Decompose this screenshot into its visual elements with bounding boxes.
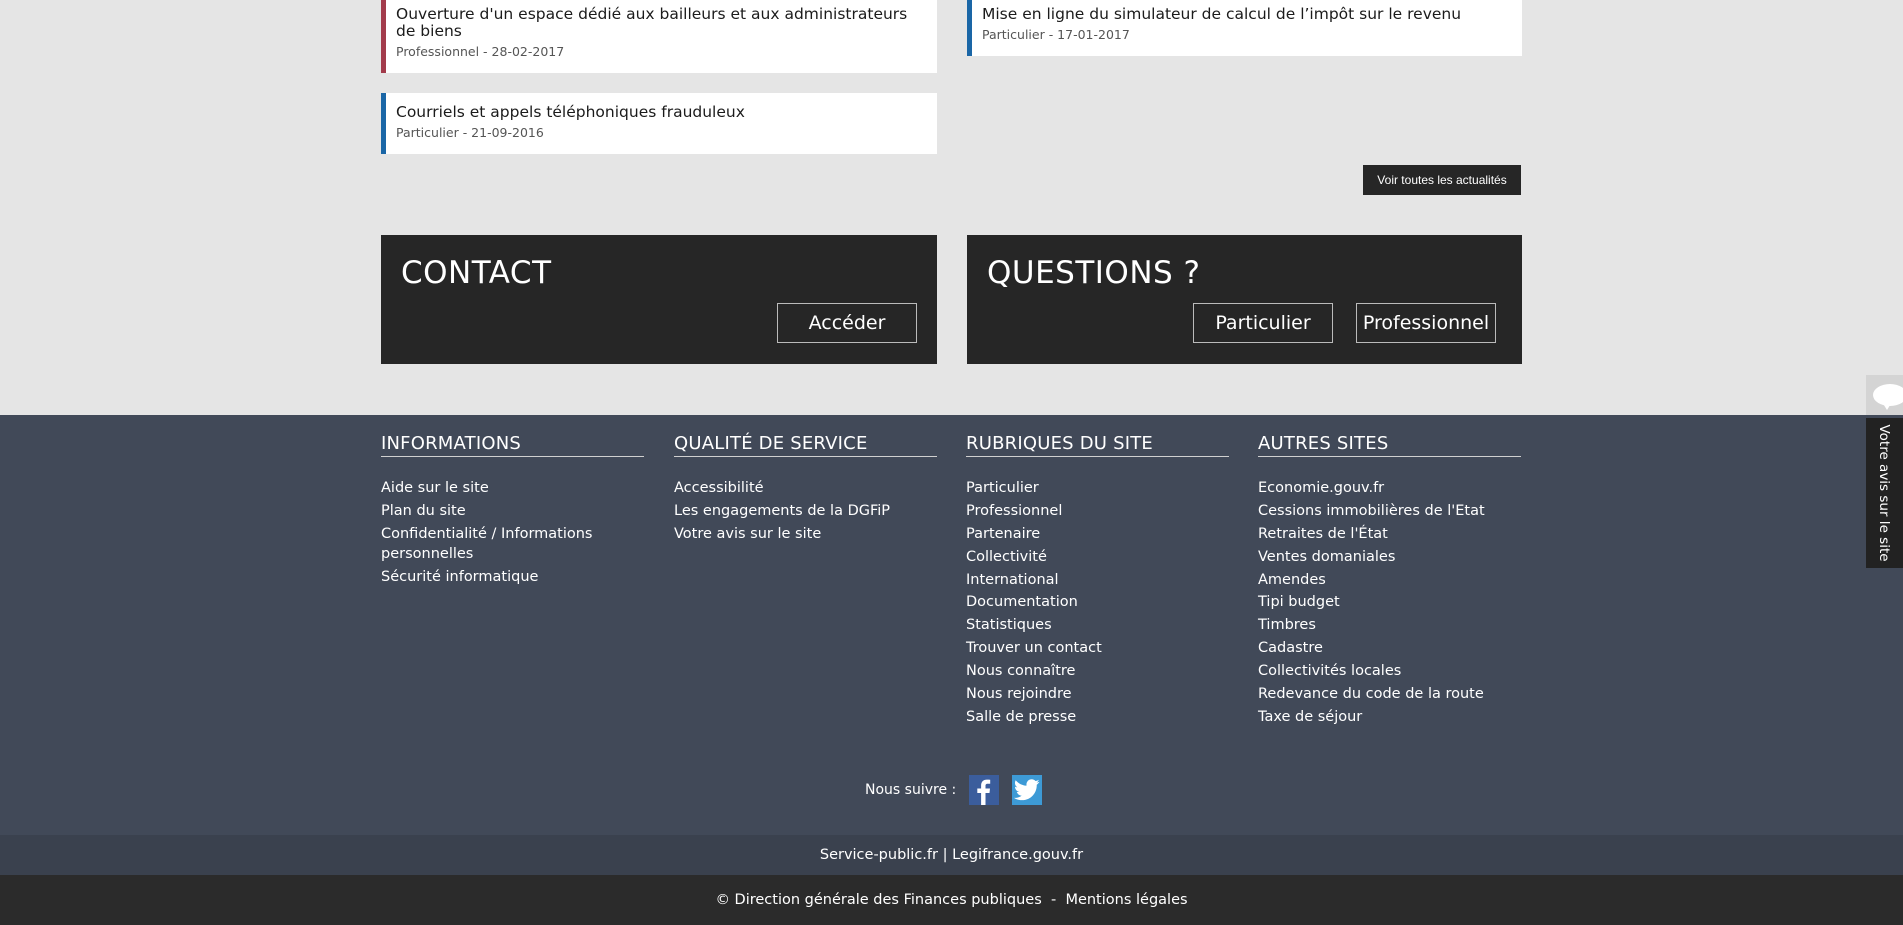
footer-link[interactable]: Plan du site (381, 501, 644, 521)
news-title[interactable]: Mise en ligne du simulateur de calcul de… (982, 6, 1508, 23)
footer-column-autres-sites: AUTRES SITES Economie.gouv.fr Cessions i… (1258, 433, 1521, 730)
footer-link[interactable]: Collectivité (966, 547, 1229, 567)
footer-link[interactable]: Nous connaître (966, 661, 1229, 681)
footer-link[interactable]: Particulier (966, 478, 1229, 498)
footer-column-title: RUBRIQUES DU SITE (966, 433, 1229, 457)
footer-column-title: AUTRES SITES (1258, 433, 1521, 457)
news-meta: Particulier - 21-09-2016 (396, 125, 544, 140)
feedback-tab[interactable]: Votre avis sur le site (1866, 418, 1903, 568)
footer-link[interactable]: Accessibilité (674, 478, 937, 498)
footer-link[interactable]: Salle de presse (966, 707, 1229, 727)
social-follow: Nous suivre : (865, 775, 1055, 805)
news-card[interactable]: Mise en ligne du simulateur de calcul de… (967, 0, 1522, 56)
questions-professionnel-button[interactable]: Professionnel (1356, 303, 1496, 343)
footer-link[interactable]: Retraites de l'État (1258, 524, 1521, 544)
footer-link[interactable]: Professionnel (966, 501, 1229, 521)
news-title[interactable]: Ouverture d'un espace dédié aux bailleur… (396, 6, 923, 40)
news-title[interactable]: Courriels et appels téléphoniques fraudu… (396, 104, 923, 121)
footer-link[interactable]: Statistiques (966, 615, 1229, 635)
all-news-button[interactable]: Voir toutes les actualités (1363, 165, 1521, 195)
questions-title: QUESTIONS ? (987, 255, 1201, 291)
news-card[interactable]: Ouverture d'un espace dédié aux bailleur… (381, 0, 937, 73)
copyright-text: © Direction générale des Finances publiq… (715, 892, 1042, 908)
separator: - (1041, 892, 1066, 908)
footer-link[interactable]: Timbres (1258, 615, 1521, 635)
footer-column-informations: INFORMATIONS Aide sur le site Plan du si… (381, 433, 644, 590)
news-meta: Particulier - 17-01-2017 (982, 27, 1130, 42)
legal-notice-link[interactable]: Mentions légales (1065, 892, 1187, 908)
contact-panel: CONTACT Accéder (381, 235, 937, 364)
footer-column-title: QUALITÉ DE SERVICE (674, 433, 937, 457)
footer-column-rubriques: RUBRIQUES DU SITE Particulier Profession… (966, 433, 1229, 730)
footer-link[interactable]: Tipi budget (1258, 592, 1521, 612)
footer-link[interactable]: Nous rejoindre (966, 684, 1229, 704)
service-public-link[interactable]: Service-public.fr (820, 847, 938, 863)
footer-link[interactable]: Votre avis sur le site (674, 524, 937, 544)
footer-link[interactable]: Taxe de séjour (1258, 707, 1521, 727)
follow-label: Nous suivre : (865, 782, 957, 798)
footer-link[interactable]: Confidentialité / Informations personnel… (381, 524, 644, 564)
footer-link[interactable]: Aide sur le site (381, 478, 644, 498)
footer-column-title: INFORMATIONS (381, 433, 644, 457)
footer-link[interactable]: Economie.gouv.fr (1258, 478, 1521, 498)
footer-link[interactable]: Cadastre (1258, 638, 1521, 658)
partner-links-band: Service-public.fr | Legifrance.gouv.fr (0, 835, 1903, 875)
footer-link[interactable]: Documentation (966, 592, 1229, 612)
footer-link[interactable]: Les engagements de la DGFiP (674, 501, 937, 521)
footer-link[interactable]: Trouver un contact (966, 638, 1229, 658)
footer-link[interactable]: Collectivités locales (1258, 661, 1521, 681)
footer-column-qualite: QUALITÉ DE SERVICE Accessibilité Les eng… (674, 433, 937, 547)
footer-link[interactable]: International (966, 570, 1229, 590)
feedback-tab-label: Votre avis sur le site (1876, 424, 1893, 562)
questions-panel: QUESTIONS ? Particulier Professionnel (967, 235, 1522, 364)
footer-link[interactable]: Ventes domaniales (1258, 547, 1521, 567)
feedback-bubble-icon[interactable] (1866, 375, 1903, 415)
footer-link[interactable]: Cessions immobilières de l'Etat (1258, 501, 1521, 521)
footer-link[interactable]: Redevance du code de la route (1258, 684, 1521, 704)
copyright-band: © Direction générale des Finances publiq… (0, 875, 1903, 925)
footer-link[interactable]: Partenaire (966, 524, 1229, 544)
contact-access-button[interactable]: Accéder (777, 303, 917, 343)
footer-link[interactable]: Amendes (1258, 570, 1521, 590)
news-meta: Professionnel - 28-02-2017 (396, 44, 565, 59)
questions-particulier-button[interactable]: Particulier (1193, 303, 1333, 343)
news-card[interactable]: Courriels et appels téléphoniques fraudu… (381, 93, 937, 154)
legifrance-link[interactable]: Legifrance.gouv.fr (952, 847, 1083, 863)
contact-title: CONTACT (401, 255, 552, 291)
facebook-icon[interactable] (969, 775, 1000, 805)
twitter-icon[interactable] (1012, 775, 1043, 805)
footer-link[interactable]: Sécurité informatique (381, 567, 644, 587)
separator: | (937, 847, 953, 863)
site-footer: INFORMATIONS Aide sur le site Plan du si… (0, 415, 1903, 835)
